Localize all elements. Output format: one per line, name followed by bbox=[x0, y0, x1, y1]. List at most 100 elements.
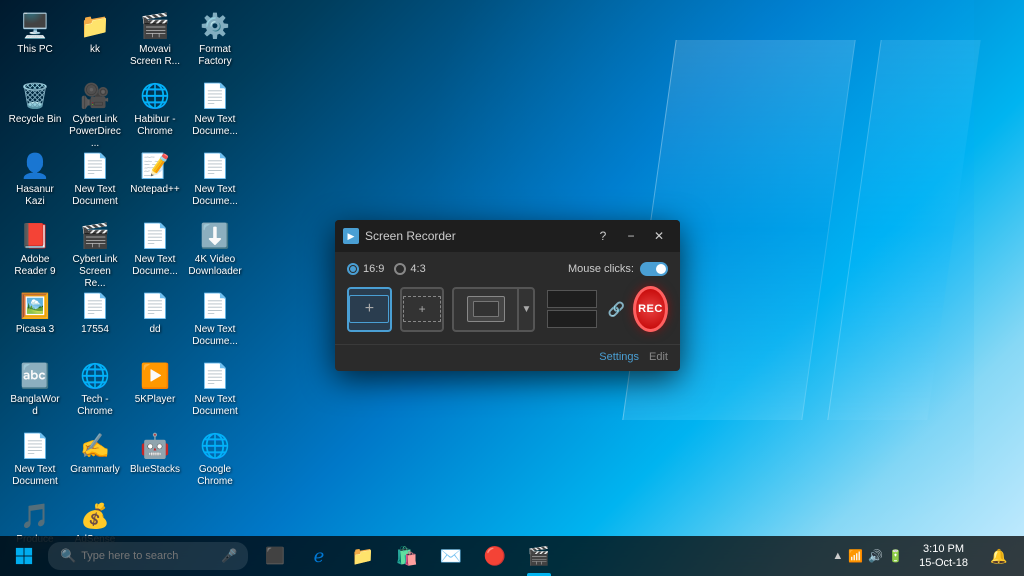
desktop-icon-habibur-chrome[interactable]: 🌐 Habibur - Chrome bbox=[125, 75, 185, 143]
capture-window-button[interactable] bbox=[452, 287, 517, 332]
height-input[interactable]: 768 bbox=[547, 310, 597, 328]
mouse-clicks-toggle[interactable] bbox=[640, 262, 668, 276]
desktop-icon-movavi[interactable]: 🎬 Movavi Screen R... bbox=[125, 5, 185, 73]
dialog-close-button[interactable]: ✕ bbox=[646, 226, 672, 246]
icon-image-new-text-doc1: 📄 bbox=[199, 80, 231, 112]
start-button[interactable] bbox=[0, 536, 48, 576]
desktop-icon-cyberlink-powerdirector[interactable]: 🎥 CyberLink PowerDirec... bbox=[65, 75, 125, 143]
icon-image-new-text-doc2: 📄 bbox=[79, 150, 111, 182]
dialog-minimize-button[interactable]: − bbox=[618, 226, 644, 246]
taskbar-screen-rec[interactable]: 🎬 bbox=[517, 536, 561, 576]
icon-image-new-text-doc3: 📄 bbox=[199, 150, 231, 182]
desktop-icon-format-factory[interactable]: ⚙️ Format Factory bbox=[185, 5, 245, 73]
edit-link[interactable]: Edit bbox=[649, 351, 668, 363]
icon-image-new-text-doc6: 📄 bbox=[199, 360, 231, 392]
systray-network[interactable]: 📶 bbox=[848, 549, 863, 563]
fullscreen-icon: + bbox=[349, 295, 389, 323]
dialog-app-icon: ▶ bbox=[343, 228, 359, 244]
windows-logo-icon bbox=[15, 547, 33, 565]
desktop-icon-picasa[interactable]: 🖼️ Picasa 3 bbox=[5, 285, 65, 353]
radio-16-9-icon bbox=[347, 263, 359, 275]
desktop-icon-kk[interactable]: 📁 kk bbox=[65, 5, 125, 73]
desktop-icon-new-text-doc4[interactable]: 📄 New Text Docume... bbox=[125, 215, 185, 283]
taskbar-store[interactable]: 🛍️ bbox=[385, 536, 429, 576]
desktop-icon-new-text-doc1[interactable]: 📄 New Text Docume... bbox=[185, 75, 245, 143]
icon-label-new-text-doc3: New Text Docume... bbox=[188, 184, 242, 208]
icon-image-tech-chrome: 🌐 bbox=[79, 360, 111, 392]
desktop-icon-dd[interactable]: 📄 dd bbox=[125, 285, 185, 353]
ratio-options: 16:9 4:3 bbox=[347, 263, 426, 275]
desktop-icon-5kplayer[interactable]: ▶️ 5KPlayer bbox=[125, 355, 185, 423]
taskbar-explorer[interactable]: 📁 bbox=[341, 536, 385, 576]
icon-label-tech-chrome: Tech - Chrome bbox=[68, 394, 122, 418]
mic-icon: 🎤 bbox=[221, 548, 237, 564]
dialog-options-row: 16:9 4:3 Mouse clicks: bbox=[347, 262, 668, 276]
icon-image-17554: 📄 bbox=[79, 290, 111, 322]
systray-chevron[interactable]: ▲ bbox=[832, 550, 843, 562]
desktop-icon-adobe-reader[interactable]: 📕 Adobe Reader 9 bbox=[5, 215, 65, 283]
desktop-icon-new-text-doc2[interactable]: 📄 New Text Document bbox=[65, 145, 125, 213]
capture-fullscreen-button[interactable]: + bbox=[347, 287, 392, 332]
desktop-icon-tech-chrome[interactable]: 🌐 Tech - Chrome bbox=[65, 355, 125, 423]
taskbar-app1[interactable]: 🔴 bbox=[473, 536, 517, 576]
desktop-icon-new-text-doc7[interactable]: 📄 New Text Document bbox=[5, 425, 65, 493]
taskbar-mail[interactable]: ✉️ bbox=[429, 536, 473, 576]
taskbar-clock[interactable]: 3:10 PM 15-Oct-18 bbox=[911, 542, 976, 571]
icon-label-new-text-doc2: New Text Document bbox=[68, 184, 122, 208]
desktop-icon-grammarly[interactable]: ✍️ Grammarly bbox=[65, 425, 125, 493]
icon-label-5kplayer: 5KPlayer bbox=[128, 394, 182, 406]
dialog-body: 16:9 4:3 Mouse clicks: + bbox=[335, 252, 680, 344]
icon-image-banglaword: 🔤 bbox=[19, 360, 51, 392]
desktop-icon-bluestacks[interactable]: 🤖 BlueStacks bbox=[125, 425, 185, 493]
dialog-help-button[interactable]: ? bbox=[590, 226, 616, 246]
desktop-icon-17554[interactable]: 📄 17554 bbox=[65, 285, 125, 353]
ratio-16-9-label: 16:9 bbox=[363, 263, 384, 275]
icon-image-this-pc: 🖥️ bbox=[19, 10, 51, 42]
desktop-icon-banglaword[interactable]: 🔤 BanglaWord bbox=[5, 355, 65, 423]
systray-battery[interactable]: 🔋 bbox=[888, 549, 903, 563]
notification-button[interactable]: 🔔 bbox=[984, 536, 1014, 576]
width-input[interactable]: 1366 bbox=[547, 290, 597, 308]
taskbar: 🔍 🎤 ⬛ ℯ 📁 🛍️ ✉️ 🔴 🎬 ▲ 📶 🔊 🔋 3:10 PM bbox=[0, 536, 1024, 576]
desktop-icon-hasanur-kazi[interactable]: 👤 Hasanur Kazi bbox=[5, 145, 65, 213]
icon-label-google-chrome: Google Chrome bbox=[188, 464, 242, 488]
capture-region-button[interactable]: + bbox=[400, 287, 445, 332]
ratio-4-3[interactable]: 4:3 bbox=[394, 263, 425, 275]
desktop-icon-recycle-bin[interactable]: 🗑️ Recycle Bin bbox=[5, 75, 65, 143]
taskbar-date: 15-Oct-18 bbox=[919, 556, 968, 570]
icon-image-kk: 📁 bbox=[79, 10, 111, 42]
desktop-icon-cyberlink-screen[interactable]: 🎬 CyberLink Screen Re... bbox=[65, 215, 125, 283]
icon-label-banglaword: BanglaWord bbox=[8, 394, 62, 418]
taskbar-task-view[interactable]: ⬛ bbox=[253, 536, 297, 576]
desktop-icon-new-text-doc5[interactable]: 📄 New Text Docume... bbox=[185, 285, 245, 353]
icon-image-adobe-reader: 📕 bbox=[19, 220, 51, 252]
icon-image-bluestacks: 🤖 bbox=[139, 430, 171, 462]
icon-label-new-text-doc6: New Text Document bbox=[188, 394, 242, 418]
desktop-icon-google-chrome[interactable]: 🌐 Google Chrome bbox=[185, 425, 245, 493]
taskbar-items: ⬛ ℯ 📁 🛍️ ✉️ 🔴 🎬 bbox=[253, 536, 832, 576]
icon-label-grammarly: Grammarly bbox=[68, 464, 122, 476]
desktop-icon-new-text-doc6[interactable]: 📄 New Text Document bbox=[185, 355, 245, 423]
taskbar-edge[interactable]: ℯ bbox=[297, 536, 341, 576]
settings-link[interactable]: Settings bbox=[599, 351, 639, 363]
dialog-titlebar: ▶ Screen Recorder ? − ✕ bbox=[335, 220, 680, 252]
plus-icon: + bbox=[365, 300, 374, 318]
icon-label-dd: dd bbox=[128, 324, 182, 336]
systray-icons: ▲ 📶 🔊 🔋 bbox=[832, 549, 903, 563]
desktop-icon-new-text-doc3[interactable]: 📄 New Text Docume... bbox=[185, 145, 245, 213]
desktop-icon-notepadpp[interactable]: 📝 Notepad++ bbox=[125, 145, 185, 213]
icon-label-hasanur-kazi: Hasanur Kazi bbox=[8, 184, 62, 208]
rec-button[interactable]: REC bbox=[633, 286, 668, 332]
icon-label-new-text-doc1: New Text Docume... bbox=[188, 114, 242, 138]
ratio-16-9[interactable]: 16:9 bbox=[347, 263, 384, 275]
ratio-4-3-label: 4:3 bbox=[410, 263, 425, 275]
taskbar-search[interactable]: 🔍 🎤 bbox=[48, 542, 248, 570]
dialog-controls: ? − ✕ bbox=[590, 226, 672, 246]
icon-image-new-text-doc5: 📄 bbox=[199, 290, 231, 322]
desktop-icon-this-pc[interactable]: 🖥️ This PC bbox=[5, 5, 65, 73]
capture-dropdown-arrow[interactable]: ▼ bbox=[517, 287, 535, 332]
icon-label-movavi: Movavi Screen R... bbox=[128, 44, 182, 68]
systray-volume[interactable]: 🔊 bbox=[868, 549, 883, 563]
desktop-icon-4k-video[interactable]: ⬇️ 4K Video Downloader bbox=[185, 215, 245, 283]
search-input[interactable] bbox=[81, 550, 221, 562]
